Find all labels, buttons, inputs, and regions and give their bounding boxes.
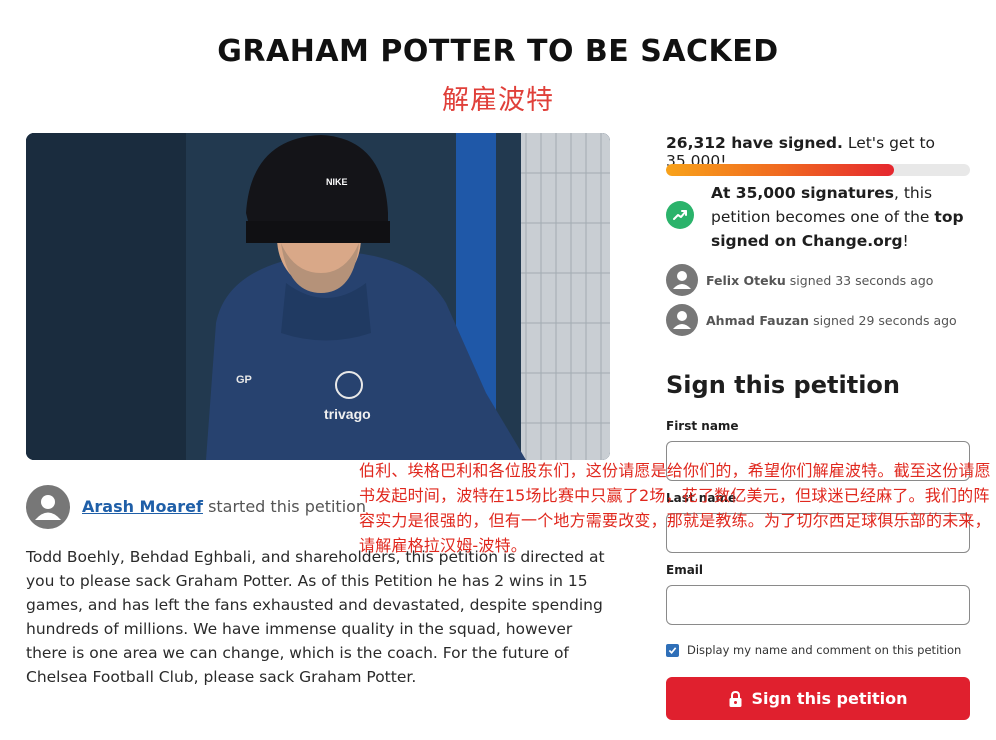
signer-name: Ahmad Fauzan xyxy=(706,312,810,328)
signer-name: Felix Oteku xyxy=(706,272,786,288)
checkmark-icon xyxy=(668,647,677,654)
user-icon xyxy=(35,495,61,520)
chinese-translation-overlay: 伯利、埃格巴利和各位股东们，这份请愿是给你们的，希望你们解雇波特。截至这份请愿书… xyxy=(359,461,991,555)
starter-action: started this petition xyxy=(208,497,367,516)
email-label: Email xyxy=(666,563,704,577)
progress-fill xyxy=(666,164,894,176)
milestone-end: ! xyxy=(902,232,909,250)
recent-signer: Felix Oteku signed 33 seconds ago xyxy=(666,264,933,296)
sign-button-label: Sign this petition xyxy=(751,689,908,708)
starter-name-link[interactable]: Arash Moaref xyxy=(82,497,203,516)
display-name-checkbox[interactable] xyxy=(666,644,679,657)
user-icon xyxy=(673,311,691,329)
lock-icon xyxy=(729,690,742,707)
jacket-sponsor: trivago xyxy=(324,406,371,422)
email-field[interactable] xyxy=(666,585,970,625)
petition-starter: Arash Moaref started this petition xyxy=(82,497,366,516)
display-name-checkbox-label: Display my name and comment on this peti… xyxy=(687,643,962,657)
signer-action: signed 29 seconds ago xyxy=(813,312,957,328)
petition-description: Todd Boehly, Behdad Eghbali, and shareho… xyxy=(26,548,605,686)
signature-progress-bar xyxy=(666,164,970,176)
chinese-title-annotation: 解雇波特 xyxy=(442,85,554,116)
starter-avatar xyxy=(26,485,70,529)
petition-photo: NIKE GP trivago xyxy=(26,133,610,460)
petition-title: GRAHAM POTTER TO BE SACKED xyxy=(217,34,779,69)
recent-signer: Ahmad Fauzan signed 29 seconds ago xyxy=(666,304,957,336)
sign-petition-button[interactable]: Sign this petition xyxy=(666,677,970,720)
milestone-bold: At 35,000 signatures xyxy=(711,184,894,202)
trending-up-icon xyxy=(666,201,694,229)
first-name-label: First name xyxy=(666,419,739,433)
sign-form-heading: Sign this petition xyxy=(666,371,900,399)
avatar xyxy=(666,304,698,336)
user-icon xyxy=(673,271,691,289)
signer-action: signed 33 seconds ago xyxy=(789,272,934,288)
milestone-text: At 35,000 signatures, this petition beco… xyxy=(711,181,973,253)
beanie-logo: NIKE xyxy=(326,177,348,187)
signed-count: 26,312 have signed. xyxy=(666,134,843,152)
jacket-initials: GP xyxy=(236,374,252,386)
avatar xyxy=(666,264,698,296)
coach-photo-illustration: NIKE GP trivago xyxy=(26,133,610,460)
